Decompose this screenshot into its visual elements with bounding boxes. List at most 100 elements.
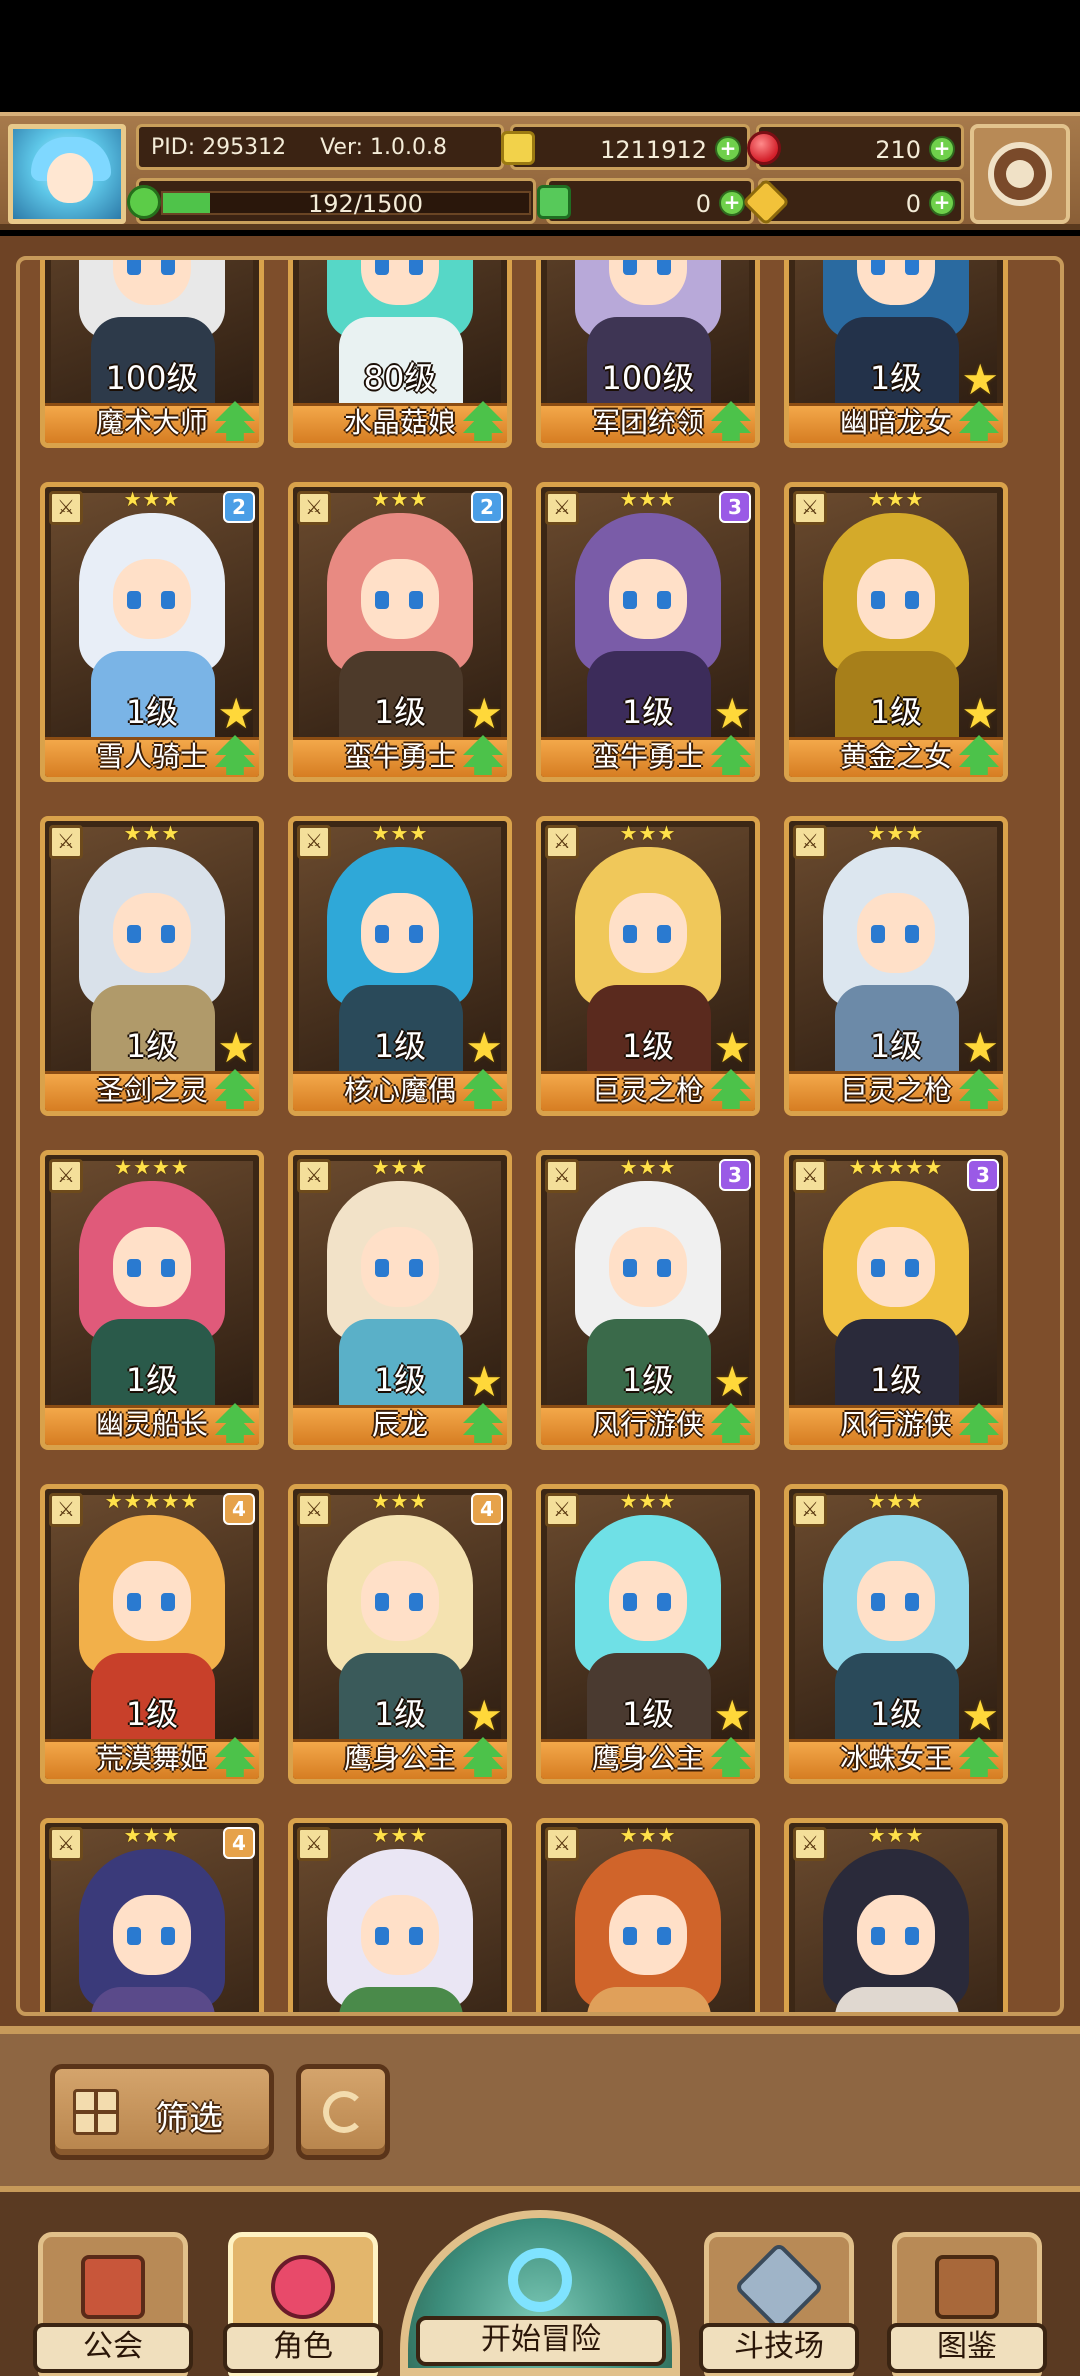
player-avatar[interactable] <box>8 124 126 224</box>
gem-panel: 210 + <box>747 124 964 170</box>
portrait-eye <box>127 591 141 609</box>
nav-codex[interactable]: 图鉴 <box>887 2232 1047 2376</box>
character-card[interactable]: ★★★ ⚔ <box>288 1818 512 2012</box>
rank-badge: 3 <box>719 1159 751 1191</box>
portrait-face <box>113 893 191 973</box>
character-card[interactable]: 80级 水晶菇娘 <box>288 260 512 448</box>
nav-arena-label: 斗技场 <box>699 2323 859 2373</box>
class-weapon-icon: ⚔ <box>49 491 83 525</box>
star-upgrade-icon: ★ <box>465 1023 503 1072</box>
portrait-eye <box>161 1259 175 1277</box>
star-upgrade-icon: ★ <box>961 689 999 738</box>
class-weapon-icon: ⚔ <box>297 1827 331 1861</box>
class-weapon-icon: ⚔ <box>49 1159 83 1193</box>
magnifier-icon <box>508 2248 572 2312</box>
currency-3-panel: 0 + <box>537 178 754 224</box>
refresh-button[interactable] <box>296 2064 390 2160</box>
add-gem-button[interactable]: + <box>929 136 955 162</box>
start-adventure-label: 开始冒险 <box>416 2316 666 2366</box>
grid-icon <box>73 2089 119 2135</box>
character-card[interactable]: ★★★ ⚔ 1级 圣剑之灵 ★ <box>40 816 264 1116</box>
portrait-face <box>857 559 935 639</box>
character-card[interactable]: ★★★ ⚔ 4 1级 鹰身公主 ★ <box>288 1484 512 1784</box>
currency-3-amount: 0 <box>695 190 711 218</box>
crossed-swords-icon <box>733 2241 825 2333</box>
character-level: 80级 <box>363 359 437 397</box>
portrait-eye <box>409 1927 423 1945</box>
portrait-eye <box>657 1927 671 1945</box>
energy-icon <box>127 185 161 219</box>
portrait-eye <box>623 1259 637 1277</box>
character-card[interactable]: ★★★ ⚔ 4 <box>40 1818 264 2012</box>
filter-toolbar: 筛选 <box>0 2026 1080 2186</box>
character-card[interactable]: ★★★ ⚔ 3 1级 蛮牛勇士 ★ <box>536 482 760 782</box>
character-card[interactable]: 1级 幽暗龙女 ★ <box>784 260 1008 448</box>
status-bar <box>0 0 1080 112</box>
star-upgrade-icon: ★ <box>217 689 255 738</box>
character-card[interactable]: ★★★ ⚔ 2 1级 蛮牛勇士 ★ <box>288 482 512 782</box>
character-card[interactable]: ★★★ ⚔ 2 1级 雪人骑士 ★ <box>40 482 264 782</box>
character-scroll-area[interactable]: 100级 魔术大师 80级 水晶菇娘 100级 军团统领 1级 幽暗龙女 ★ ★★★ ⚔ 2 1级 雪人骑… <box>16 256 1064 2016</box>
character-card[interactable]: ★★★★ ⚔ 1级 幽灵船长 <box>40 1150 264 1450</box>
gold-panel: 1211912 + <box>501 124 750 170</box>
character-card[interactable]: ★★★ ⚔ <box>784 1818 1008 2012</box>
character-card[interactable]: ★★★★★ ⚔ 3 1级 风行游侠 <box>784 1150 1008 1450</box>
character-card[interactable]: ★★★ ⚔ <box>536 1818 760 2012</box>
character-card[interactable]: ★★★ ⚔ 1级 黄金之女 ★ <box>784 482 1008 782</box>
character-card[interactable]: ★★★ ⚔ 1级 核心魔偶 ★ <box>288 816 512 1116</box>
portrait-eye <box>905 591 919 609</box>
class-weapon-icon: ⚔ <box>793 825 827 859</box>
character-card[interactable]: 100级 魔术大师 <box>40 260 264 448</box>
star-upgrade-icon: ★ <box>465 1691 503 1740</box>
portrait-eye <box>161 1927 175 1945</box>
portrait-eye <box>905 1259 919 1277</box>
character-level: 100级 <box>105 359 199 397</box>
portrait-eye <box>905 1593 919 1611</box>
portrait-face <box>857 1895 935 1975</box>
character-card[interactable]: ★★★ ⚔ 1级 鹰身公主 ★ <box>536 1484 760 1784</box>
portrait-eye <box>375 1927 389 1945</box>
portrait-eye <box>905 1927 919 1945</box>
nav-guild[interactable]: 公会 <box>33 2232 193 2376</box>
add-gold-button[interactable]: + <box>715 136 741 162</box>
rank-badge: 4 <box>223 1493 255 1525</box>
character-card[interactable]: ★★★ ⚔ 1级 巨灵之枪 ★ <box>536 816 760 1116</box>
character-card[interactable]: ★★★ ⚔ 1级 巨灵之枪 ★ <box>784 816 1008 1116</box>
portrait-eye <box>871 925 885 943</box>
portrait-eye <box>161 260 175 275</box>
portrait-eye <box>375 591 389 609</box>
nav-arena[interactable]: 斗技场 <box>699 2232 859 2376</box>
book-icon <box>935 2255 999 2319</box>
portrait-face <box>609 1561 687 1641</box>
add-currency-4-button[interactable]: + <box>929 190 955 216</box>
nav-character[interactable]: 角色 <box>223 2232 383 2376</box>
portrait-eye <box>375 925 389 943</box>
rank-badge: 3 <box>719 491 751 523</box>
portrait-eye <box>127 1593 141 1611</box>
rank-badge: 2 <box>471 491 503 523</box>
star-upgrade-icon: ★ <box>713 1023 751 1072</box>
class-weapon-icon: ⚔ <box>297 491 331 525</box>
portrait-face <box>857 1561 935 1641</box>
portrait-eye <box>127 925 141 943</box>
class-weapon-icon: ⚔ <box>545 1159 579 1193</box>
class-weapon-icon: ⚔ <box>793 1827 827 1861</box>
filter-button[interactable]: 筛选 <box>50 2064 274 2160</box>
portrait-face <box>609 559 687 639</box>
portrait-eye <box>409 260 423 275</box>
class-weapon-icon: ⚔ <box>793 1159 827 1193</box>
portrait-face <box>113 1227 191 1307</box>
portrait-face <box>113 1561 191 1641</box>
character-card[interactable]: ★★★ ⚔ 1级 辰龙 ★ <box>288 1150 512 1450</box>
add-currency-3-button[interactable]: + <box>719 190 745 216</box>
character-card[interactable]: 100级 军团统领 <box>536 260 760 448</box>
portrait-face <box>361 1227 439 1307</box>
energy-amount: 192/1500 <box>308 190 423 218</box>
character-card[interactable]: ★★★ ⚔ 3 1级 风行游侠 ★ <box>536 1150 760 1450</box>
character-card[interactable]: ★★★★★ ⚔ 4 1级 荒漠舞姬 <box>40 1484 264 1784</box>
gold-amount: 1211912 <box>600 136 707 164</box>
character-card[interactable]: ★★★ ⚔ 1级 冰蛛女王 ★ <box>784 1484 1008 1784</box>
portrait-eye <box>871 260 885 275</box>
settings-button[interactable] <box>970 124 1070 224</box>
refresh-icon <box>323 2091 365 2133</box>
